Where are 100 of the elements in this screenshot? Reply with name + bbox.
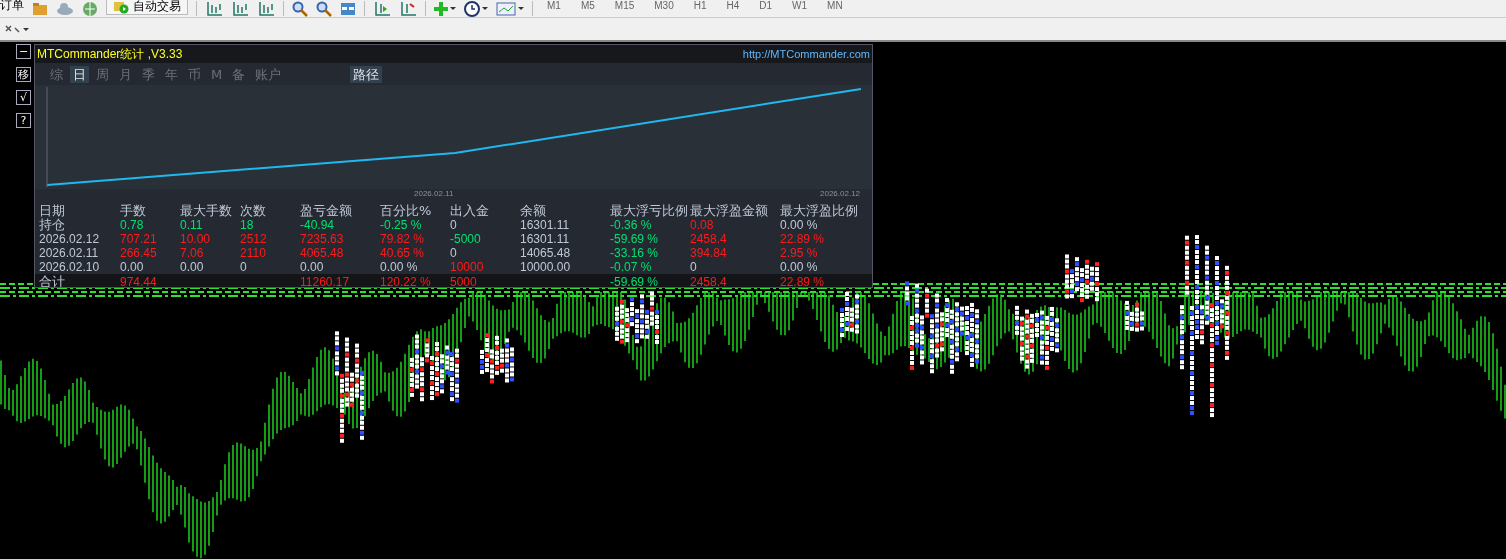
folder-icon[interactable] <box>32 1 48 16</box>
column-header: 最大手数 <box>180 201 232 220</box>
zoom-in-icon[interactable] <box>292 0 308 17</box>
table-cell: 11260.17 <box>300 275 350 287</box>
table-cell: 707.21 <box>120 232 157 246</box>
table-cell: 0.78 <box>120 218 144 232</box>
table-cell: 0 <box>450 218 457 232</box>
table-cell: 0.08 <box>690 218 714 232</box>
cloud-icon[interactable] <box>56 1 74 16</box>
row-label: 持仓 <box>39 217 65 234</box>
timeframe-button[interactable]: MN <box>821 0 849 11</box>
period-tab[interactable]: M <box>208 66 226 83</box>
table-cell: 7235.63 <box>300 232 344 246</box>
table-cell: 2458.4 <box>690 275 727 287</box>
panel-title: MTCommander统计 ,V3.33 <box>37 45 183 63</box>
template-icon[interactable] <box>496 0 524 17</box>
row-label: 2026.02.11 <box>39 246 99 260</box>
table-cell: 40.65 % <box>380 246 425 260</box>
table-cell: 14065.48 <box>520 246 571 260</box>
timeframe-button[interactable]: M15 <box>608 0 641 11</box>
column-header: 最大浮盈金额 <box>690 201 768 220</box>
side-button[interactable]: − <box>16 44 31 59</box>
chart-type-icon[interactable] <box>257 0 275 17</box>
table-cell: 79.82 % <box>380 232 425 246</box>
side-button[interactable]: √ <box>16 90 31 105</box>
period-tab[interactable]: 季 <box>139 66 158 83</box>
side-button[interactable]: ? <box>16 113 31 128</box>
row-label: 合计 <box>39 273 65 287</box>
column-header: 盈亏金额 <box>300 201 352 220</box>
table-cell: 5000 <box>450 275 477 287</box>
period-tab[interactable]: 日 <box>70 66 89 83</box>
timeframe-button[interactable]: D1 <box>753 0 779 11</box>
axis-date-label: 2026.02.12 <box>820 189 861 198</box>
table-cell: -0.25 % <box>380 218 422 232</box>
chart-shift-icon[interactable] <box>373 0 391 17</box>
table-cell: 7.06 <box>180 246 204 260</box>
table-cell: -40.94 <box>300 218 335 232</box>
table-cell: 2110 <box>240 246 266 260</box>
path-tab[interactable]: 路径 <box>350 66 383 83</box>
chart-type-icon[interactable] <box>231 0 249 17</box>
table-cell: 22.89 % <box>780 232 825 246</box>
column-header: 手数 <box>120 201 146 220</box>
table-cell: 120.22 % <box>380 275 431 287</box>
table-cell: 16301.11 <box>520 218 570 232</box>
table-cell: 0.00 % <box>380 260 418 274</box>
table-cell: 2512 <box>240 232 267 246</box>
table-cell: -59.69 % <box>610 275 659 287</box>
period-tab[interactable]: 综 <box>47 66 66 83</box>
timeframe-button[interactable]: M30 <box>648 0 680 11</box>
period-tab[interactable]: 周 <box>93 66 112 83</box>
table-cell: -5000 <box>450 232 481 246</box>
website-link[interactable]: http://MTCommander.com <box>742 48 870 60</box>
column-header: 百分比% <box>380 201 432 220</box>
table-cell: 0.00 <box>300 260 324 274</box>
table-cell: 10000 <box>450 260 484 274</box>
table-cell: 0.00 % <box>780 260 818 274</box>
table-cell: -33.16 % <box>610 246 659 260</box>
table-cell: 0 <box>690 260 697 274</box>
row-label: 2026.02.10 <box>39 260 100 274</box>
timeframe-button[interactable]: M5 <box>574 0 601 11</box>
timeframe-button[interactable]: W1 <box>786 0 814 11</box>
timeframe-button[interactable]: H1 <box>687 0 713 11</box>
period-tab[interactable]: 币 <box>185 66 204 83</box>
table-cell: 10.00 <box>180 232 211 246</box>
windows-icon[interactable] <box>340 1 356 16</box>
table-cell: 18 <box>240 218 254 232</box>
side-button[interactable]: 移 <box>16 67 31 82</box>
auto-trading-button[interactable]: 自动交易 <box>106 0 188 15</box>
period-tab[interactable]: 年 <box>162 66 181 83</box>
row-label: 2026.02.12 <box>39 232 100 246</box>
timeframe-button[interactable]: H4 <box>720 0 746 11</box>
period-tab[interactable]: 账户 <box>252 66 285 83</box>
table-cell: 0.00 <box>120 260 144 274</box>
autoscroll-icon[interactable] <box>399 0 417 17</box>
zoom-out-icon[interactable] <box>316 0 332 17</box>
table-cell: 10000.00 <box>520 260 571 274</box>
play-icon <box>113 0 129 14</box>
column-header: 最大浮亏比例 <box>610 201 688 220</box>
table-cell: -0.36 % <box>610 218 652 232</box>
table-cell: 0.00 <box>180 260 204 274</box>
column-header: 余额 <box>520 201 546 220</box>
column-header: 最大浮盈比例 <box>780 201 858 220</box>
globe-icon[interactable] <box>82 0 98 17</box>
add-indicator-icon[interactable] <box>434 0 456 17</box>
period-tab[interactable]: 备 <box>229 66 249 83</box>
table-cell: 0.11 <box>180 218 203 232</box>
table-cell: 394.84 <box>690 246 727 260</box>
column-header: 日期 <box>39 201 65 218</box>
table-cell: 16301.11 <box>520 232 570 246</box>
table-cell: 4065.48 <box>300 246 344 260</box>
table-cell: 2458.4 <box>690 232 727 246</box>
table-cell: 22.89 % <box>780 275 825 287</box>
table-cell: 266.45 <box>120 246 157 260</box>
timeframe-button[interactable]: M1 <box>541 0 567 11</box>
column-header: 次数 <box>240 201 266 220</box>
table-cell: 2.95 % <box>780 246 818 260</box>
period-tab[interactable]: 月 <box>116 66 135 83</box>
table-cell: 0 <box>450 246 457 260</box>
chart-type-icon[interactable] <box>205 0 223 17</box>
clock-icon[interactable] <box>464 0 488 17</box>
